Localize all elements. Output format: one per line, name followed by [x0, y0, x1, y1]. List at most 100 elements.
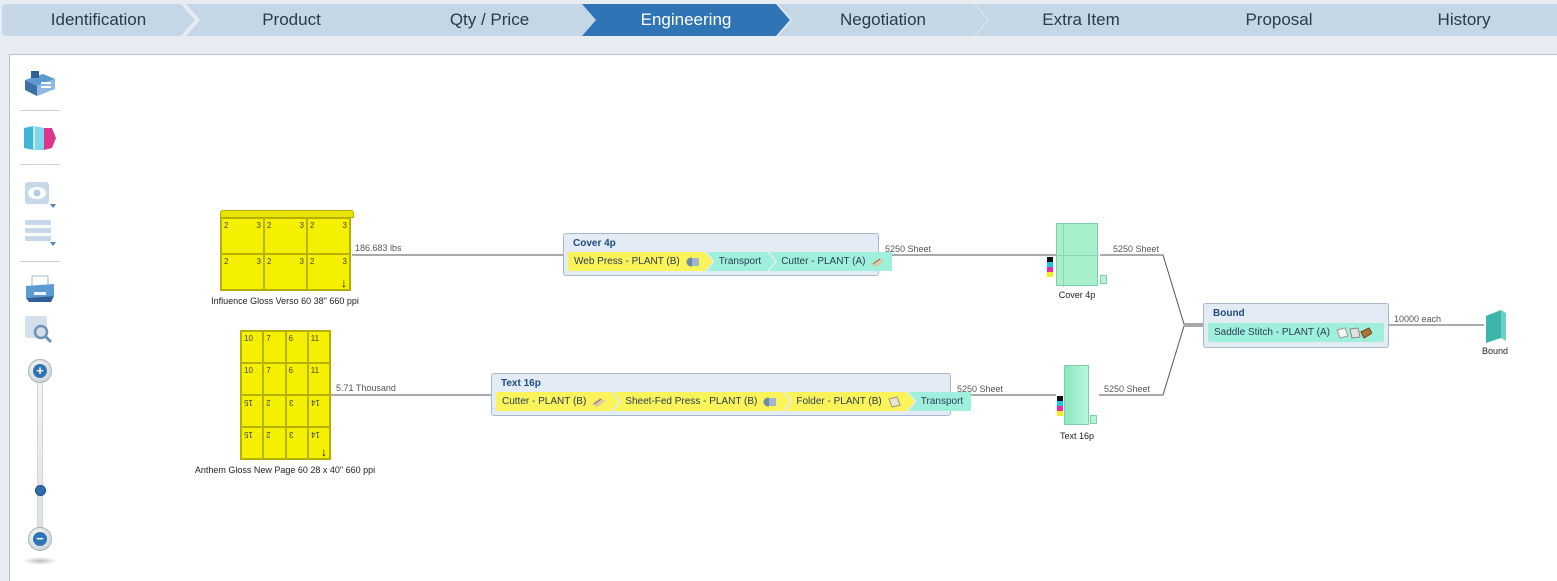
step-label: Web Press - PLANT (B): [574, 256, 680, 267]
stock-sheet-influence[interactable]: 2 3 2 3 2 3 2 3 2 3 2 3 ↓: [220, 217, 351, 291]
step-folder[interactable]: Folder - PLANT (B): [784, 392, 914, 411]
step-cutter[interactable]: Cutter - PLANT (A): [769, 252, 893, 271]
stock-label: Anthem Gloss New Page 60 28 x 40" 660 pp…: [194, 465, 376, 475]
zoom-out-button[interactable]: −: [28, 527, 52, 551]
part-text[interactable]: [1064, 365, 1089, 425]
step-label: Folder - PLANT (B): [796, 396, 882, 407]
edge-label-part-2: 5250 Sheet: [1104, 384, 1151, 394]
cell-number: 3: [342, 257, 347, 266]
cell-number: 7: [266, 366, 271, 375]
imposition-cell: 23: [221, 218, 264, 254]
tab-history[interactable]: History: [1371, 4, 1557, 36]
part-page-icon: [1090, 415, 1097, 424]
wizard-tab-bar: Identification Product Qty / Price Engin…: [0, 0, 1557, 40]
color-swatch-yellow: [1057, 411, 1063, 416]
part-page-icon: [1100, 275, 1107, 284]
imposition-cell: 14: [307, 395, 330, 427]
process-title: Text 16p: [501, 378, 541, 389]
part-label: Cover 4p: [1058, 290, 1096, 300]
down-arrow-icon: ↓: [341, 276, 347, 290]
part-label: Text 16p: [1059, 431, 1095, 441]
part-cover[interactable]: [1056, 223, 1099, 287]
cell-number: 3: [299, 221, 304, 230]
imposition-cell: 7: [263, 363, 286, 395]
imposition-cell: 15: [241, 395, 264, 427]
imposition-cell: 11: [307, 331, 330, 363]
cell-number: 2: [266, 398, 271, 407]
tab-qty-price[interactable]: Qty / Price: [383, 4, 596, 36]
cell-number: 10: [244, 366, 253, 375]
toolbar-divider: [20, 164, 60, 165]
tab-product[interactable]: Product: [186, 4, 397, 36]
cell-number: 3: [256, 221, 261, 230]
imposition-cell: 6: [285, 363, 308, 395]
book-icon[interactable]: [22, 121, 58, 155]
imposition-cell: 23: [221, 254, 264, 290]
edge-label-stock-2: 5.71 Thousand: [336, 383, 396, 393]
tab-proposal[interactable]: Proposal: [1173, 4, 1385, 36]
cell-number: 10: [244, 334, 253, 343]
minus-icon: −: [33, 532, 47, 546]
step-label: Cutter - PLANT (A): [781, 256, 866, 267]
cell-number: 7: [266, 334, 271, 343]
cutter-icon: [592, 396, 605, 408]
tab-negotiation[interactable]: Negotiation: [778, 4, 988, 36]
bound-book-icon[interactable]: [1485, 310, 1506, 343]
layers-icon[interactable]: [22, 214, 58, 248]
cell-number: 6: [288, 366, 293, 375]
step-transport[interactable]: Transport: [908, 392, 972, 411]
edge-label-part-1: 5250 Sheet: [1113, 244, 1160, 254]
step-transport[interactable]: Transport: [707, 252, 775, 271]
cell-number: 15: [244, 430, 253, 439]
process-cover[interactable]: Cover 4p Web Press - PLANT (B) Transport…: [563, 233, 893, 276]
step-label: Cutter - PLANT (B): [502, 396, 587, 407]
step-web-press[interactable]: Web Press - PLANT (B): [568, 252, 713, 271]
process-text[interactable]: Text 16p Cutter - PLANT (B) Sheet-Fed Pr…: [491, 373, 972, 416]
process-title: Bound: [1213, 308, 1245, 319]
zoom-magnifier-icon[interactable]: [22, 312, 58, 346]
building-icon[interactable]: [22, 66, 58, 100]
stock-sheet-anthem[interactable]: 10 7 6 11 10 7 6 11 15 2 3 14 15 2 3 14 ↓: [240, 330, 331, 460]
cell-number: 11: [310, 334, 320, 343]
imposition-cell: 10: [241, 363, 264, 395]
imposition-cell: 7: [263, 331, 286, 363]
cell-number: 6: [288, 334, 293, 343]
zoom-slider-handle[interactable]: [35, 485, 46, 496]
step-label: Transport: [718, 256, 762, 267]
zoom-in-button[interactable]: +: [28, 359, 52, 383]
imposition-cell: 23: [307, 218, 350, 254]
step-label: Sheet-Fed Press - PLANT (B): [625, 396, 758, 407]
cell-number: 2: [267, 221, 272, 230]
step-sheet-fed-press[interactable]: Sheet-Fed Press - PLANT (B): [613, 392, 790, 411]
step-cutter[interactable]: Cutter - PLANT (B): [496, 392, 619, 411]
toolbar-divider: [20, 110, 60, 111]
tab-identification[interactable]: Identification: [2, 4, 195, 36]
down-arrow-icon: ↓: [321, 445, 327, 459]
press-icon: [763, 396, 776, 408]
tab-engineering[interactable]: Engineering: [582, 4, 790, 36]
step-label: Saddle Stitch - PLANT (A): [1214, 327, 1330, 338]
step-saddle-stitch[interactable]: Saddle Stitch - PLANT (A): [1208, 323, 1384, 342]
edge-label-bind: 10000 each: [1394, 314, 1442, 324]
cell-number: 2: [267, 257, 272, 266]
edge-label-stock-1: 186.683 lbs: [355, 243, 402, 253]
cell-number: 14: [310, 430, 320, 439]
cell-number: 2: [224, 221, 229, 230]
imposition-cell: 2: [263, 395, 286, 427]
zoom-slider-shadow: [22, 557, 58, 565]
binding-icons: [1336, 326, 1372, 339]
printer-icon[interactable]: [22, 272, 58, 306]
cell-number: 3: [256, 257, 261, 266]
zoom-slider-track[interactable]: [37, 378, 43, 538]
process-title: Cover 4p: [573, 238, 616, 249]
cell-number: 3: [342, 221, 347, 230]
imposition-cell: 23: [264, 218, 307, 254]
cell-number: 2: [310, 221, 315, 230]
cell-number: 3: [299, 257, 304, 266]
cell-number: 15: [244, 398, 253, 407]
cell-number: 2: [266, 430, 271, 439]
eye-view-icon[interactable]: [22, 176, 58, 210]
cell-number: 2: [310, 257, 315, 266]
process-bound[interactable]: Bound Saddle Stitch - PLANT (A): [1203, 303, 1389, 348]
tab-extra-item[interactable]: Extra Item: [975, 4, 1187, 36]
